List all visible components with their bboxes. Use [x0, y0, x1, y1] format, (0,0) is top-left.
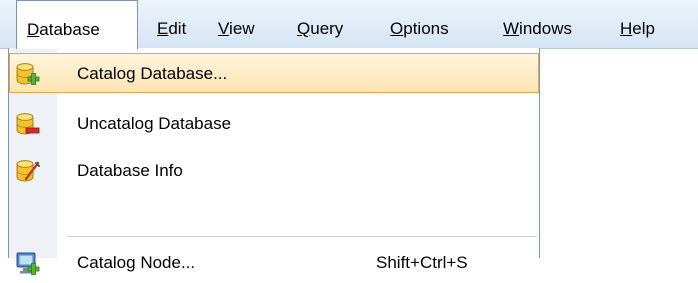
menu-item-uncatalog-database[interactable]: Uncatalog Database — [10, 104, 540, 144]
catalog-node-icon — [14, 250, 42, 278]
catalog-database-icon — [14, 61, 42, 89]
menu-item-catalog-database[interactable]: Catalog Database... — [9, 53, 539, 93]
menu-separator — [67, 236, 537, 237]
menu-edit-label: Edit — [157, 19, 187, 38]
menu-item-catalog-node[interactable]: Catalog Node... Shift+Ctrl+S — [10, 243, 540, 283]
menu-query[interactable]: Query — [297, 0, 343, 48]
catalog-database-label: Catalog Database... — [77, 64, 228, 83]
menu-edit[interactable]: Edit — [157, 0, 186, 48]
database-info-label: Database Info — [77, 161, 183, 180]
catalog-node-label: Catalog Node... — [77, 253, 196, 272]
menu-options[interactable]: Options — [390, 0, 449, 48]
menu-view-label: View — [218, 19, 255, 38]
menu-view[interactable]: View — [218, 0, 255, 48]
menu-options-label: Options — [390, 19, 449, 38]
database-info-icon — [14, 158, 42, 186]
menu-windows-label: Windows — [503, 19, 572, 38]
menu-help-label: Help — [620, 19, 655, 38]
uncatalog-database-icon — [14, 111, 42, 139]
menu-help[interactable]: Help — [620, 0, 655, 48]
menu-item-database-info[interactable]: Database Info — [10, 151, 540, 191]
menu-database[interactable]: Database — [16, 0, 138, 49]
menu-query-label: Query — [297, 19, 344, 38]
database-dropdown-menu: Catalog Database... Uncatalog Database D… — [8, 48, 540, 275]
catalog-node-shortcut: Shift+Ctrl+S — [376, 253, 468, 272]
uncatalog-database-label: Uncatalog Database — [77, 114, 232, 133]
menu-bar: Database Edit View Query Options Windows… — [0, 0, 698, 49]
menu-windows[interactable]: Windows — [503, 0, 572, 48]
menu-database-label: Database — [27, 20, 100, 39]
